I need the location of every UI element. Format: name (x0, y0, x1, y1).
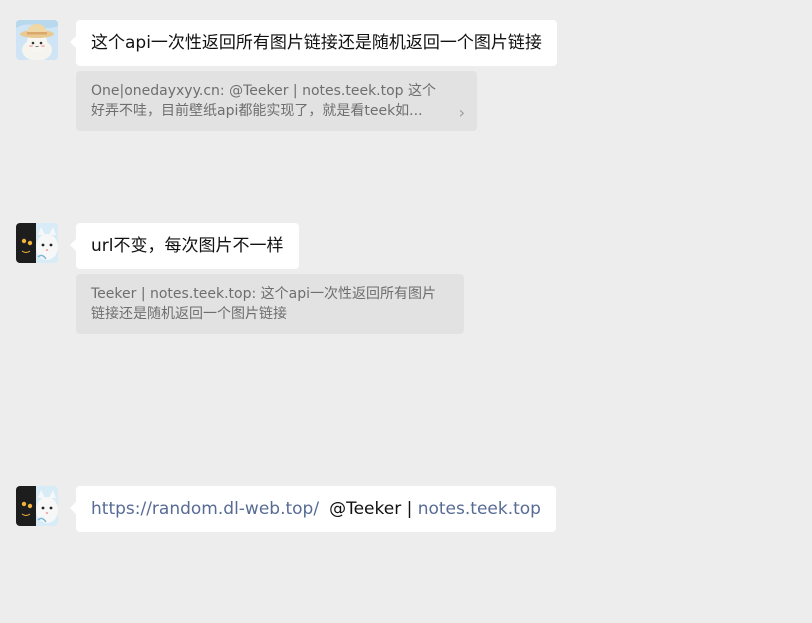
quote-line-2: 链接还是随机返回一个图片链接 (91, 306, 287, 322)
quote-line-1: Teeker | notes.teek.top: 这个api一次性返回所有图片 (91, 286, 437, 302)
quote-line-2: 好弄不哇，目前壁纸api都能实现了，就是看teek如... (91, 103, 423, 119)
quoted-message[interactable]: Teeker | notes.teek.top: 这个api一次性返回所有图片 … (76, 274, 464, 334)
chevron-right-icon[interactable]: › (459, 105, 465, 121)
black-white-cat-avatar-icon[interactable] (16, 223, 58, 263)
message-bubble[interactable]: url不变，每次图片不一样 (70, 223, 299, 269)
random-image-link[interactable]: https://random.dl-web.top/ (91, 499, 319, 519)
notes-site-link[interactable]: notes.teek.top (418, 499, 541, 519)
message-2: url不变，每次图片不一样 Teeker | notes.teek.top: 这… (16, 223, 464, 334)
mention-text: @Teeker | (329, 499, 418, 519)
chat-area: 这个api一次性返回所有图片链接还是随机返回一个图片链接 One|onedayx… (0, 0, 812, 623)
message-bubble[interactable]: 这个api一次性返回所有图片链接还是随机返回一个图片链接 (70, 20, 557, 66)
quote-line-1: One|onedayxyy.cn: @Teeker | notes.teek.t… (91, 83, 437, 99)
message-text: url不变，每次图片不一样 (91, 236, 284, 256)
message-1: 这个api一次性返回所有图片链接还是随机返回一个图片链接 One|onedayx… (16, 20, 557, 131)
message-text: 这个api一次性返回所有图片链接还是随机返回一个图片链接 (91, 33, 542, 53)
quoted-message[interactable]: One|onedayxyy.cn: @Teeker | notes.teek.t… (76, 71, 477, 131)
black-white-cat-avatar-icon[interactable] (16, 486, 58, 526)
sun-hat-avatar-icon[interactable] (16, 20, 58, 60)
message-bubble[interactable]: https://random.dl-web.top/ @Teeker | note… (70, 486, 556, 532)
message-3: https://random.dl-web.top/ @Teeker | note… (16, 486, 556, 532)
